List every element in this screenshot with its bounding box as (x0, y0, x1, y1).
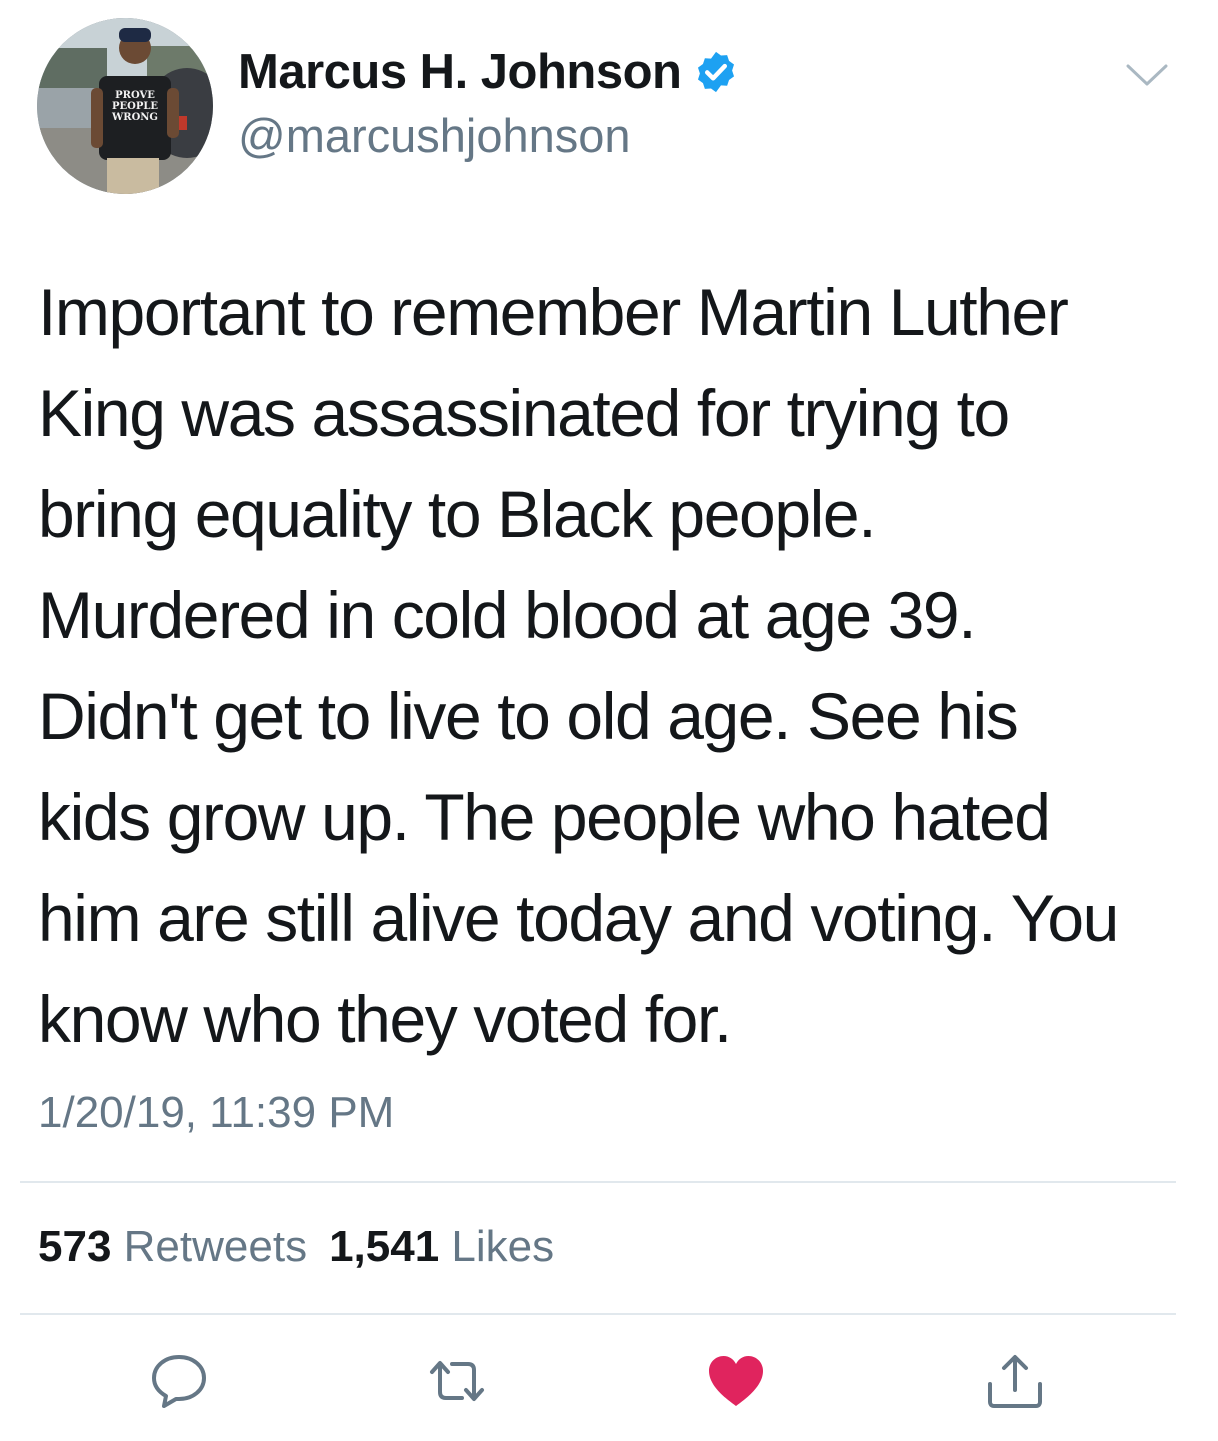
tweet-timestamp[interactable]: 1/20/19, 11:39 PM (38, 1088, 394, 1138)
retweets-label: Retweets (123, 1222, 308, 1271)
avatar-shirt-line-3: WRONG (111, 112, 158, 123)
verified-badge-icon (693, 49, 739, 95)
profile-photo-icon: PROVE PEOPLE WRONG (37, 18, 213, 194)
reply-button[interactable] (148, 1350, 210, 1412)
divider (20, 1181, 1176, 1183)
retweet-icon (430, 1361, 484, 1401)
display-name-row[interactable]: Marcus H. Johnson (238, 44, 739, 100)
avatar-shirt-line-1: PROVE (115, 90, 155, 101)
likes-count: 1,541 (329, 1222, 440, 1271)
chevron-down-icon[interactable] (1124, 60, 1170, 90)
retweet-button[interactable] (426, 1350, 488, 1412)
likes-label: Likes (451, 1222, 555, 1271)
share-icon (988, 1355, 1042, 1408)
tweet-text: Important to remember Martin Luther King… (38, 275, 1119, 1056)
reply-icon (152, 1355, 206, 1408)
likes-stat[interactable]: 1,541 Likes (329, 1222, 554, 1271)
display-name[interactable]: Marcus H. Johnson (238, 44, 682, 100)
tweet-header: PROVE PEOPLE WRONG Marcus H. Johnson @ma… (0, 0, 1218, 220)
share-button[interactable] (984, 1350, 1046, 1412)
retweets-stat[interactable]: 573 Retweets (38, 1222, 307, 1271)
user-handle[interactable]: @marcushjohnson (238, 108, 631, 163)
divider (20, 1313, 1176, 1315)
heart-icon (709, 1356, 763, 1406)
tweet-stats: 573 Retweets 1,541 Likes (38, 1222, 554, 1272)
avatar[interactable]: PROVE PEOPLE WRONG (37, 18, 213, 194)
like-button[interactable] (705, 1350, 767, 1412)
avatar-shirt-line-2: PEOPLE (112, 101, 158, 112)
retweets-count: 573 (38, 1222, 112, 1271)
